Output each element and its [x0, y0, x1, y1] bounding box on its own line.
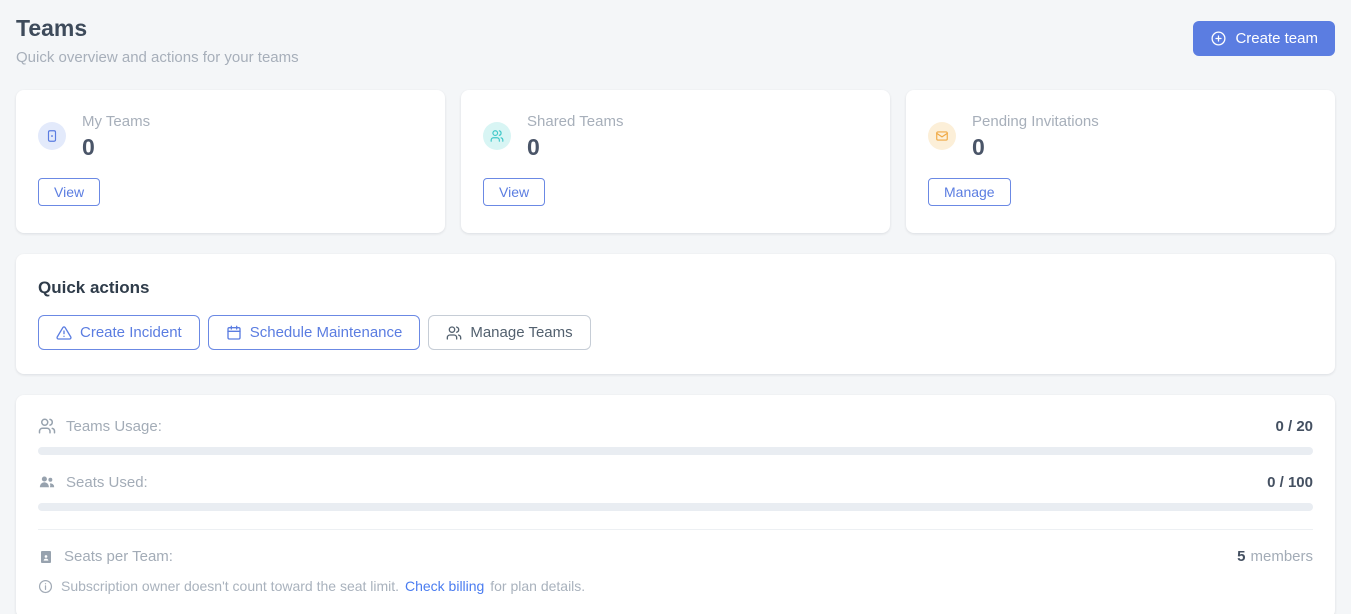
teams-usage-value: 0 / 20 [1275, 418, 1313, 435]
users-icon [446, 325, 462, 341]
seat-limit-note: Subscription owner doesn't count toward … [38, 578, 1313, 594]
page-header: Teams Quick overview and actions for you… [16, 14, 1335, 68]
manage-teams-button[interactable]: Manage Teams [428, 315, 590, 350]
stat-top: Shared Teams 0 [483, 112, 868, 160]
stat-text: Pending Invitations 0 [972, 112, 1099, 160]
check-billing-link[interactable]: Check billing [405, 578, 484, 594]
stat-label: Shared Teams [527, 112, 623, 131]
note-text-after: for plan details. [490, 578, 585, 594]
usage-label-group: Teams Usage: [38, 417, 162, 435]
teams-usage-progressbar [38, 447, 1313, 455]
stat-value: 0 [972, 134, 1099, 160]
stat-label: My Teams [82, 112, 150, 131]
teams-page: Teams Quick overview and actions for you… [0, 0, 1351, 614]
stat-text: Shared Teams 0 [527, 112, 623, 160]
usage-label-group: Seats per Team: [38, 548, 173, 565]
seats-per-team-suffix: members [1250, 548, 1313, 565]
create-team-label: Create team [1235, 30, 1318, 47]
stat-value: 0 [82, 134, 150, 160]
create-incident-label: Create Incident [80, 324, 182, 341]
quick-actions-buttons: Create Incident Schedule Maintenance Man… [38, 315, 1313, 350]
quick-actions-panel: Quick actions Create Incident Schedule M… [16, 254, 1335, 374]
seats-per-team-label: Seats per Team: [64, 548, 173, 565]
stat-top: Pending Invitations 0 [928, 112, 1313, 160]
pending-invitations-card: Pending Invitations 0 Manage [906, 90, 1335, 233]
schedule-maintenance-button[interactable]: Schedule Maintenance [208, 315, 421, 350]
seats-used-label: Seats Used: [66, 474, 148, 491]
schedule-maintenance-label: Schedule Maintenance [250, 324, 403, 341]
users-icon [483, 122, 511, 150]
view-shared-teams-button[interactable]: View [483, 178, 545, 206]
note-text-before: Subscription owner doesn't count toward … [61, 578, 399, 594]
seats-used-row: Seats Used: 0 / 100 [38, 473, 1313, 491]
plus-circle-icon [1210, 30, 1227, 47]
seats-per-team-value: 5 members [1237, 548, 1313, 565]
seats-per-team-row: Seats per Team: 5 members [38, 548, 1313, 565]
users-outline-icon [38, 417, 56, 435]
create-team-button[interactable]: Create team [1193, 21, 1335, 56]
page-heading-group: Teams Quick overview and actions for you… [16, 14, 299, 68]
seats-per-team-number: 5 [1237, 548, 1245, 565]
usage-label-group: Seats Used: [38, 473, 148, 491]
quick-actions-title: Quick actions [38, 278, 1313, 298]
stat-text: My Teams 0 [82, 112, 150, 160]
usage-panel: Teams Usage: 0 / 20 Seats Used: 0 / 100 [16, 395, 1335, 614]
create-incident-button[interactable]: Create Incident [38, 315, 200, 350]
stat-cards-row: My Teams 0 View Shared Teams 0 View [16, 90, 1335, 233]
badge-icon [38, 549, 54, 565]
view-my-teams-button[interactable]: View [38, 178, 100, 206]
teams-usage-label: Teams Usage: [66, 418, 162, 435]
shared-teams-card: Shared Teams 0 View [461, 90, 890, 233]
users-filled-icon [38, 473, 56, 491]
mail-icon [928, 122, 956, 150]
warning-triangle-icon [56, 325, 72, 341]
note-text: Subscription owner doesn't count toward … [61, 578, 585, 594]
page-title: Teams [16, 14, 299, 42]
teams-usage-row: Teams Usage: 0 / 20 [38, 417, 1313, 435]
calendar-icon [226, 325, 242, 341]
my-teams-card: My Teams 0 View [16, 90, 445, 233]
divider [38, 529, 1313, 530]
page-subtitle: Quick overview and actions for your team… [16, 48, 299, 68]
manage-teams-label: Manage Teams [470, 324, 572, 341]
stat-value: 0 [527, 134, 623, 160]
seats-used-value: 0 / 100 [1267, 474, 1313, 491]
stat-top: My Teams 0 [38, 112, 423, 160]
manage-invitations-button[interactable]: Manage [928, 178, 1011, 206]
seats-used-progressbar [38, 503, 1313, 511]
info-circle-icon [38, 579, 53, 594]
badge-icon [38, 122, 66, 150]
stat-label: Pending Invitations [972, 112, 1099, 131]
